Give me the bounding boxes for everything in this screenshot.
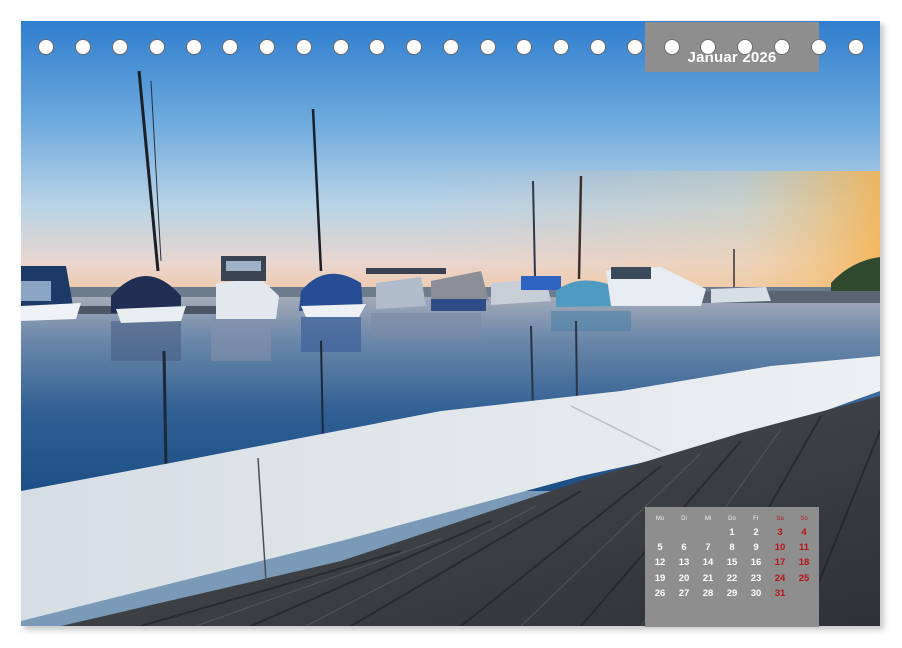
calendar-day: 15	[726, 557, 738, 569]
month-title: Januar 2026	[687, 49, 777, 66]
calendar-day: 14	[702, 557, 714, 569]
calendar-day: 28	[702, 587, 714, 599]
calendar-day: 2	[753, 527, 759, 538]
month-label-box: Januar 2026	[645, 22, 819, 72]
calendar-day: 13	[678, 557, 690, 569]
calendar-day: 23	[750, 572, 762, 584]
weekday-header: Do	[728, 516, 736, 522]
calendar-day: 10	[774, 542, 786, 554]
calendar-day: 20	[678, 572, 690, 584]
weekday-header: Fr	[753, 516, 759, 522]
calendar-day: 1	[729, 527, 735, 538]
calendar-day: 9	[753, 542, 759, 554]
calendar-day: 7	[705, 542, 711, 554]
weekday-header: Di	[681, 516, 687, 522]
calendar-day: 30	[750, 587, 762, 599]
calendar-day: 22	[726, 572, 738, 584]
weekday-header-row: Mo Di Mi Do Fr Sa So	[645, 516, 819, 526]
calendar-day: 11	[798, 542, 810, 554]
weekday-header: Sa	[776, 516, 784, 522]
calendar-day: 16	[750, 557, 762, 569]
calendar-day: 4	[801, 527, 807, 538]
calendar-day: 12	[654, 557, 666, 569]
calendar-day: 26	[654, 587, 666, 599]
weekday-header: So	[800, 516, 808, 522]
weekday-header: Mi	[704, 516, 712, 522]
calendar-day: 6	[681, 542, 687, 554]
calendar-day: 24	[774, 572, 786, 584]
calendar-day: 21	[702, 572, 714, 584]
calendar-day: 29	[726, 587, 738, 599]
calendar-day: 25	[798, 572, 810, 584]
calendar-day: 27	[678, 587, 690, 599]
weekday-header: Mo	[655, 516, 665, 522]
calendar-day: 8	[729, 542, 735, 554]
calendar-day: 3	[777, 527, 783, 538]
calendar-day: 17	[774, 557, 786, 569]
calendar-day: 18	[798, 557, 810, 569]
calendar-day: 31	[774, 587, 786, 599]
calendar-day: 19	[654, 572, 666, 584]
month-calendar-grid: Mo Di Mi Do Fr Sa So 1 2 3 4 5 6 7 8 9 10 11 12 13 14…	[645, 507, 819, 627]
calendar-day: 5	[657, 542, 663, 554]
